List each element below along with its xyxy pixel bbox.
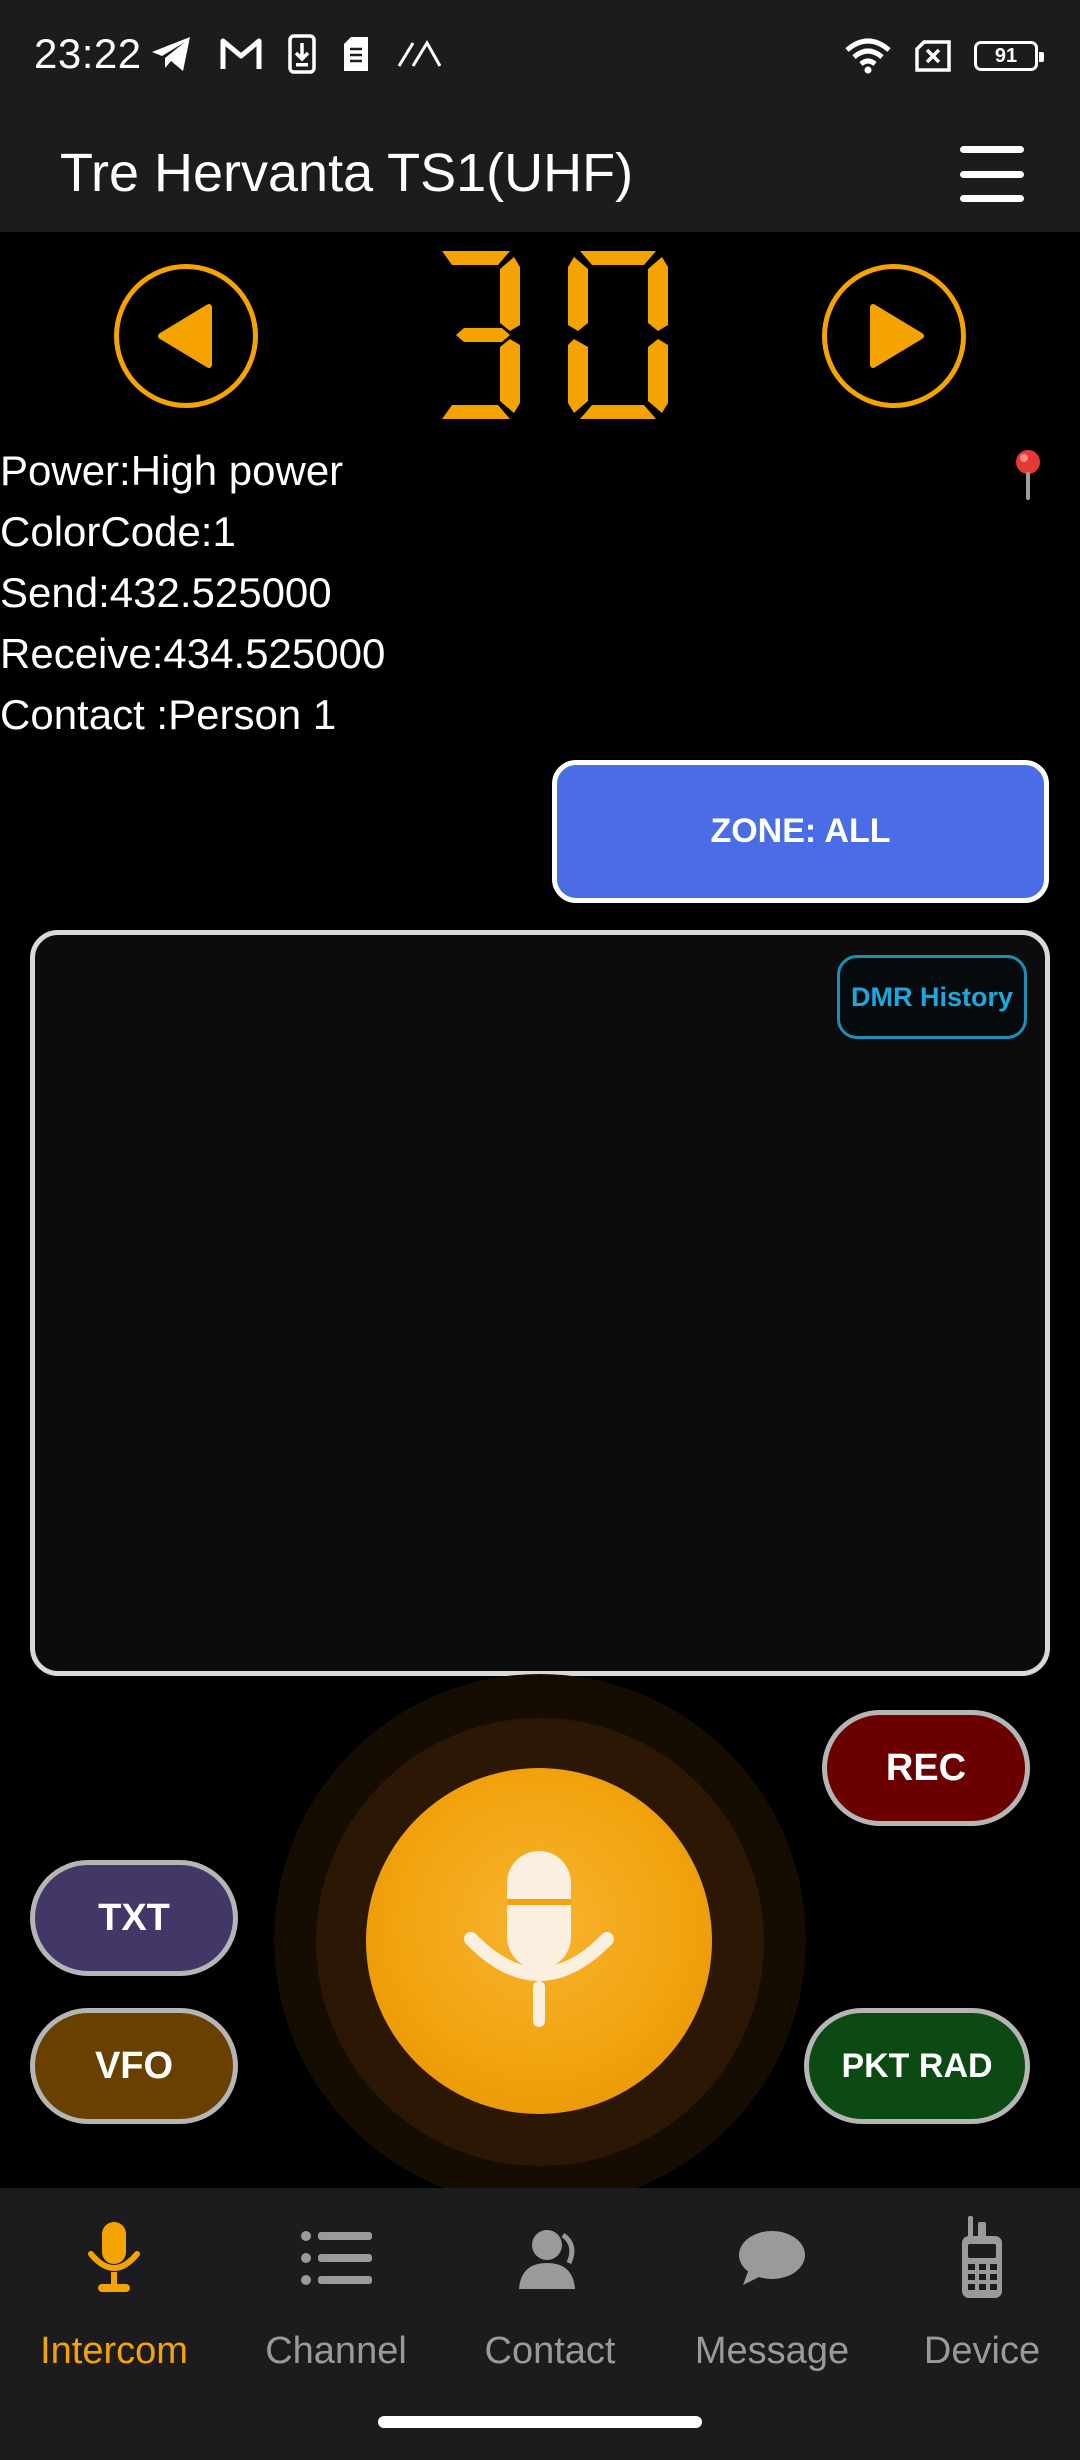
receive-frequency-info: Receive:434.525000	[0, 630, 386, 677]
chat-bubble-icon	[739, 2231, 805, 2285]
tab-contact[interactable]: Contact	[442, 2208, 658, 2388]
channel-info: Power:High power ColorCode:1 Send:432.52…	[0, 440, 385, 745]
sim-icon	[344, 37, 368, 71]
previous-channel-button[interactable]	[114, 264, 258, 408]
radio-device-icon	[962, 2216, 1002, 2298]
zone-button[interactable]: ZONE: ALL	[552, 760, 1049, 903]
battery-icon: 91	[974, 41, 1044, 71]
location-pin-icon[interactable]	[1008, 446, 1048, 502]
previous-channel-icon	[158, 304, 212, 368]
tab-device[interactable]: Device	[874, 2208, 1080, 2388]
microphone-icon	[464, 1851, 614, 2027]
send-frequency-info: Send:432.525000	[0, 569, 332, 616]
channel-number-text: 30	[550, 335, 551, 336]
txt-button[interactable]: TXT	[30, 1860, 238, 1976]
status-icons-left	[150, 34, 442, 74]
hamburger-menu-icon[interactable]	[960, 146, 1024, 202]
wifi-icon	[845, 38, 891, 74]
history-panel: DMR History	[30, 930, 1050, 1676]
signal-icon	[397, 40, 442, 67]
next-channel-button[interactable]	[822, 264, 966, 408]
power-info: Power:High power	[0, 447, 344, 494]
tab-device-label: Device	[923, 2330, 1041, 2372]
page-title: Tre Hervanta TS1(UHF)	[60, 143, 634, 203]
home-indicator[interactable]	[378, 2416, 702, 2428]
tab-message[interactable]: Message	[664, 2208, 880, 2388]
screen: 23:22 91 Tre Hervanta TS1(UHF) Power:Hig…	[0, 0, 1080, 2460]
telegram-icon	[152, 37, 190, 71]
no-sim-icon	[915, 40, 951, 72]
tab-intercom-label: Intercom	[40, 2330, 188, 2372]
microphone-icon	[88, 2222, 140, 2292]
dmr-history-button[interactable]: DMR History	[837, 955, 1027, 1039]
status-bar: 23:22 91	[0, 0, 1080, 116]
record-button[interactable]: REC	[822, 1710, 1030, 1826]
list-icon	[301, 2231, 372, 2285]
tab-message-label: Message	[694, 2330, 850, 2372]
status-time: 23:22	[34, 30, 142, 77]
packet-radio-button[interactable]: PKT RAD	[804, 2008, 1030, 2124]
app-header: Tre Hervanta TS1(UHF)	[0, 116, 1080, 232]
tab-intercom[interactable]: Intercom	[6, 2208, 222, 2388]
tab-channel-label: Channel	[265, 2330, 407, 2372]
download-icon	[288, 34, 316, 74]
channel-digit-0	[568, 251, 668, 419]
vfo-button[interactable]: VFO	[30, 2008, 238, 2124]
tab-channel[interactable]: Channel	[228, 2208, 444, 2388]
tab-contact-label: Contact	[484, 2330, 616, 2372]
push-to-talk-button[interactable]	[366, 1768, 712, 2114]
channel-digit-3	[442, 251, 520, 419]
gmail-icon	[220, 38, 262, 69]
person-icon	[519, 2230, 575, 2289]
status-icons-right: 91	[844, 38, 1044, 74]
contact-info: Contact :Person 1	[0, 691, 337, 738]
channel-number-display: 30	[400, 240, 700, 430]
color-code-info: ColorCode:1	[0, 508, 236, 555]
next-channel-icon	[870, 304, 924, 368]
